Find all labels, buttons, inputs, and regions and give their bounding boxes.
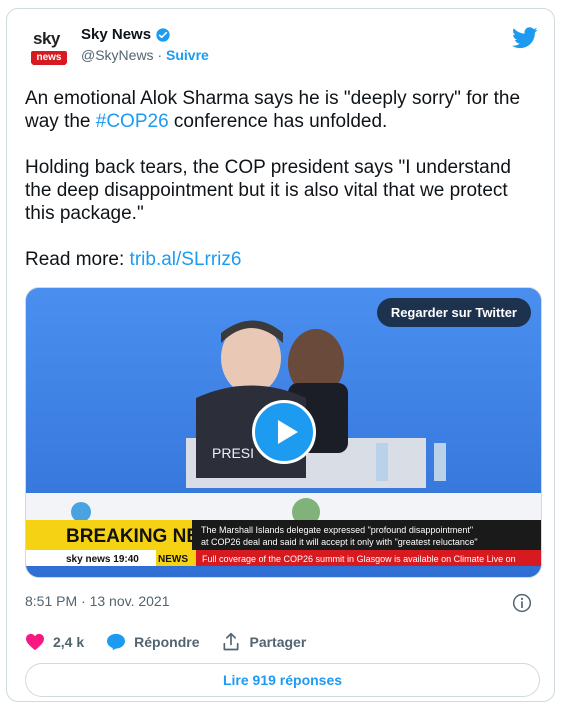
- tweet-paragraph-3: Read more: trib.al/SLrriz6: [25, 248, 535, 271]
- reply-bubble-icon: [107, 633, 126, 651]
- name-row: Sky News: [81, 26, 171, 43]
- handle-row: @SkyNews · Suivre: [81, 47, 209, 63]
- handle[interactable]: @SkyNews: [81, 47, 154, 63]
- hashtag-link[interactable]: #COP26: [96, 111, 169, 132]
- share-button[interactable]: Partager: [221, 632, 306, 652]
- separator: ·: [153, 47, 167, 63]
- timestamp[interactable]: 8:51 PM · 13 nov. 2021: [25, 593, 170, 609]
- share-label: Partager: [249, 634, 307, 650]
- reply-label: Répondre: [134, 634, 200, 650]
- svg-text:Full coverage of the COP26 sum: Full coverage of the COP26 summit in Gla…: [202, 554, 516, 564]
- video-player[interactable]: PRESI BREAKING NEWS The Marshall Islands…: [25, 287, 542, 578]
- read-replies-button[interactable]: Lire 919 réponses: [25, 663, 540, 697]
- svg-text:The Marshall Islands delegate: The Marshall Islands delegate expressed …: [201, 525, 473, 535]
- read-more-link[interactable]: trib.al/SLrriz6: [130, 249, 242, 270]
- tweet-text-part: conference has unfolded.: [168, 111, 388, 132]
- like-button[interactable]: 2,4 k: [25, 633, 84, 651]
- follow-button[interactable]: Suivre: [166, 47, 209, 63]
- tweet-paragraph-1: An emotional Alok Sharma says he is "dee…: [25, 87, 535, 133]
- avatar-logo-sky: sky: [33, 29, 60, 48]
- display-name[interactable]: Sky News: [81, 26, 151, 43]
- svg-text:at COP26 deal and said it will: at COP26 deal and said it will accept it…: [201, 537, 478, 547]
- tweet-card: sky news Sky News @SkyNews · Suivre An e…: [6, 8, 555, 702]
- twitter-bird-icon[interactable]: [512, 27, 538, 49]
- reply-button[interactable]: Répondre: [106, 633, 199, 651]
- avatar-logo-news: news: [31, 51, 67, 65]
- tweet-header: sky news Sky News @SkyNews · Suivre: [25, 23, 540, 79]
- svg-text:NEWS: NEWS: [158, 554, 188, 565]
- svg-text:sky news 19:40: sky news 19:40: [66, 554, 139, 565]
- watch-on-twitter-button[interactable]: Regarder sur Twitter: [376, 298, 531, 327]
- svg-text:PRESI: PRESI: [212, 445, 254, 461]
- avatar[interactable]: sky news: [25, 23, 73, 71]
- tweet-text: An emotional Alok Sharma says he is "dee…: [25, 87, 535, 294]
- action-bar: 2,4 k Répondre Partager: [25, 629, 540, 655]
- share-icon: [223, 632, 239, 651]
- heart-icon: [26, 633, 44, 651]
- info-icon[interactable]: [512, 593, 532, 613]
- like-count: 2,4 k: [53, 634, 85, 650]
- read-more-label: Read more:: [25, 249, 130, 270]
- verified-badge-icon: [156, 27, 170, 42]
- play-button[interactable]: [252, 400, 316, 464]
- tweet-paragraph-2: Holding back tears, the COP president sa…: [25, 157, 511, 224]
- play-icon: [278, 420, 298, 444]
